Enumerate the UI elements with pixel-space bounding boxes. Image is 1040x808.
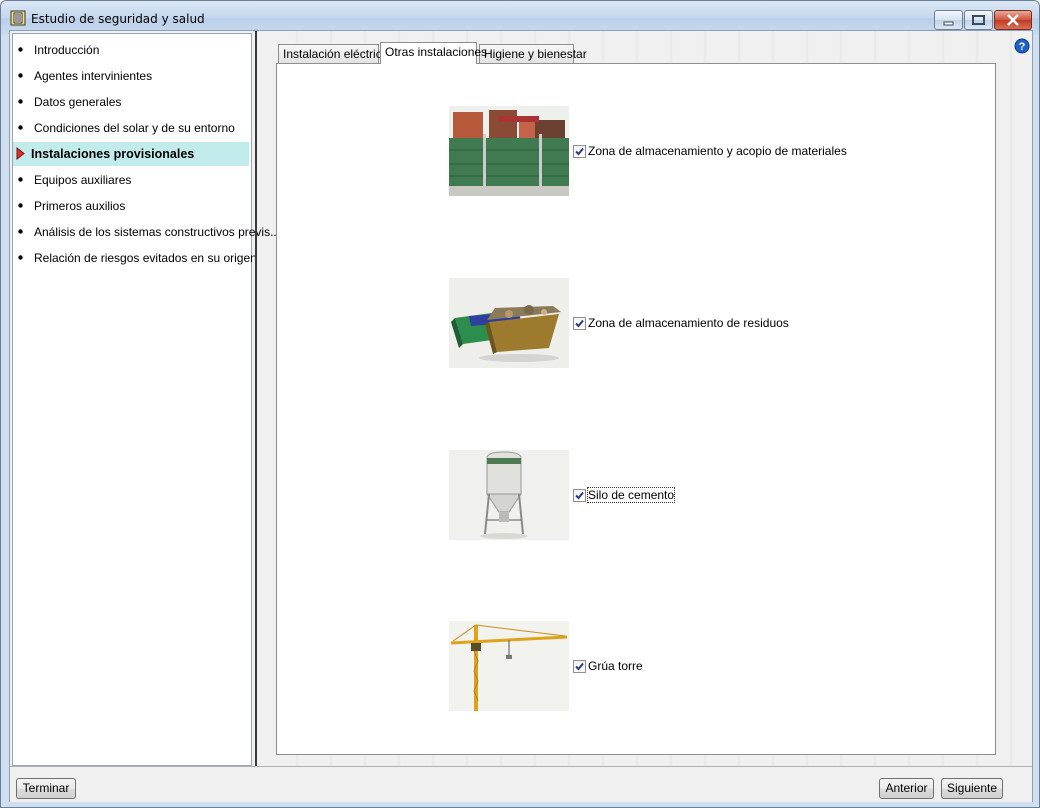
selected-arrow-icon bbox=[16, 147, 25, 160]
tower-crane-image bbox=[449, 621, 569, 711]
tab-label: Higiene y bienestar bbox=[484, 47, 587, 61]
previous-button[interactable]: Anterior bbox=[879, 778, 934, 799]
sidebar-item-condiciones[interactable]: Condiciones del solar y de su entorno bbox=[13, 116, 249, 140]
next-button[interactable]: Siguiente bbox=[941, 778, 1003, 799]
bullet-icon bbox=[18, 125, 23, 130]
sidebar-item-primeros-auxilios[interactable]: Primeros auxilios bbox=[13, 194, 249, 218]
bullet-icon bbox=[18, 177, 23, 182]
checkbox-label[interactable]: Grúa torre bbox=[588, 659, 643, 673]
wizard-frame: Introducción Agentes intervinientes Dato… bbox=[9, 30, 1033, 802]
sidebar-item-label: Datos generales bbox=[34, 95, 122, 109]
main-window: Estudio de seguridad y salud Introducció… bbox=[0, 0, 1040, 808]
cement-silo-image bbox=[449, 450, 569, 540]
tab-otras-instalaciones[interactable]: Otras instalaciones bbox=[380, 42, 487, 64]
sidebar-item-datos-generales[interactable]: Datos generales bbox=[13, 90, 249, 114]
finish-button[interactable]: Terminar bbox=[16, 778, 76, 799]
checkbox-material-storage[interactable] bbox=[573, 145, 586, 158]
checkbox-cement-silo[interactable] bbox=[573, 489, 586, 502]
sidebar-item-agentes[interactable]: Agentes intervinientes bbox=[13, 64, 249, 88]
minimize-icon bbox=[943, 21, 954, 26]
checkbox-tower-crane[interactable] bbox=[573, 660, 586, 673]
tab-panel: Zona de almacenamiento y acopio de mater… bbox=[276, 63, 996, 755]
tab-label: Instalación eléctrica bbox=[283, 47, 389, 61]
sidebar: Introducción Agentes intervinientes Dato… bbox=[12, 33, 280, 766]
bullet-icon bbox=[18, 73, 23, 78]
bullet-icon bbox=[18, 47, 23, 52]
sidebar-item-equipos[interactable]: Equipos auxiliares bbox=[13, 168, 249, 192]
svg-text:?: ? bbox=[1019, 41, 1026, 53]
minimize-button[interactable] bbox=[934, 10, 963, 30]
checkbox-label[interactable]: Zona de almacenamiento y acopio de mater… bbox=[588, 144, 847, 158]
sidebar-item-label: Condiciones del solar y de su entorno bbox=[34, 121, 235, 135]
window-title: Estudio de seguridad y salud bbox=[31, 12, 205, 26]
sidebar-item-label: Primeros auxilios bbox=[34, 199, 126, 213]
app-icon bbox=[10, 10, 26, 26]
close-icon bbox=[1007, 14, 1019, 26]
sidebar-item-label: Agentes intervinientes bbox=[34, 69, 153, 83]
checkbox-label[interactable]: Zona de almacenamiento de residuos bbox=[588, 316, 789, 330]
option-tower-crane: Grúa torre bbox=[449, 621, 829, 711]
tab-label: Otras instalaciones bbox=[385, 45, 488, 59]
checkbox-label[interactable]: Silo de cemento bbox=[586, 487, 676, 503]
checkmark-icon bbox=[575, 319, 584, 328]
bottom-bar: Terminar Anterior Siguiente bbox=[10, 766, 1032, 802]
bullet-icon bbox=[18, 203, 23, 208]
tab-higiene-bienestar[interactable]: Higiene y bienestar bbox=[479, 44, 587, 63]
sidebar-item-analisis[interactable]: Análisis de los sistemas constructivos p… bbox=[13, 220, 280, 244]
splitter[interactable] bbox=[255, 31, 257, 766]
close-button[interactable] bbox=[994, 10, 1032, 30]
option-cement-silo: Silo de cemento bbox=[449, 450, 829, 540]
help-icon[interactable]: ? bbox=[1014, 38, 1030, 54]
sidebar-item-label: Equipos auxiliares bbox=[34, 173, 132, 187]
maximize-icon bbox=[972, 15, 985, 25]
tab-instalacion-electrica[interactable]: Instalación eléctrica bbox=[278, 44, 388, 63]
bullet-icon bbox=[18, 229, 23, 234]
bullet-icon bbox=[18, 99, 23, 104]
maximize-button[interactable] bbox=[964, 10, 993, 30]
waste-container-image bbox=[449, 278, 569, 368]
sidebar-item-label: Introducción bbox=[34, 43, 100, 57]
sidebar-item-introduccion[interactable]: Introducción bbox=[13, 38, 249, 62]
sidebar-item-relacion-riesgos[interactable]: Relación de riesgos evitados en su orige… bbox=[13, 246, 257, 270]
sidebar-item-label: Relación de riesgos evitados en su orige… bbox=[34, 251, 257, 265]
checkmark-icon bbox=[575, 662, 584, 671]
bullet-icon bbox=[18, 255, 23, 260]
checkbox-waste-storage[interactable] bbox=[573, 317, 586, 330]
material-storage-image bbox=[449, 106, 569, 196]
option-material-storage: Zona de almacenamiento y acopio de mater… bbox=[449, 106, 847, 196]
sidebar-item-label: Análisis de los sistemas constructivos p… bbox=[34, 225, 281, 239]
checkmark-icon bbox=[575, 491, 584, 500]
sidebar-item-instalaciones[interactable]: Instalaciones provisionales bbox=[13, 142, 249, 166]
option-waste-storage: Zona de almacenamiento de residuos bbox=[449, 278, 829, 368]
checkmark-icon bbox=[575, 147, 584, 156]
sidebar-item-label: Instalaciones provisionales bbox=[31, 147, 195, 161]
